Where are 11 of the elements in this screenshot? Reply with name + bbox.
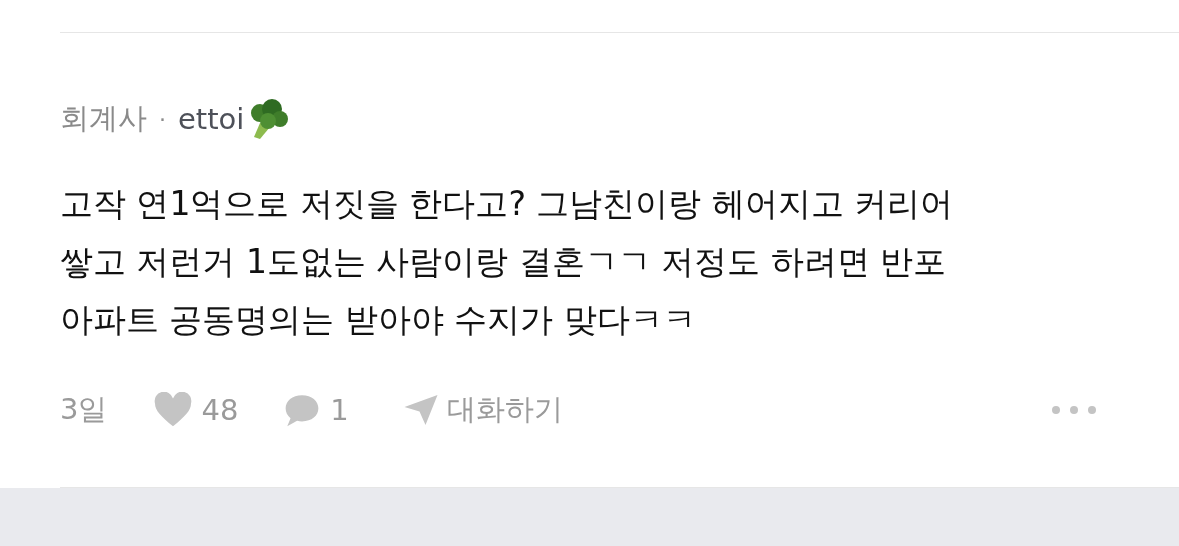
reply-count: 1 xyxy=(330,393,349,427)
comment-text-line: 고작 연1억으로 저짓을 한다고? 그남친이랑 헤어지고 커리어 xyxy=(60,183,955,225)
author-job: 회계사 xyxy=(60,100,147,137)
like-count: 48 xyxy=(201,393,239,427)
comment-text-line: 쌓고 저런거 1도없는 사람이랑 결혼ㄱㄱ 저정도 하려면 반포 xyxy=(60,241,948,283)
post-time: 3일 xyxy=(60,391,108,428)
heart-icon[interactable] xyxy=(153,392,194,428)
more-icon[interactable] xyxy=(1051,404,1097,416)
author-nickname[interactable]: ettoi xyxy=(178,102,245,136)
comment-text-line: 아파트 공동명의는 받아야 수지가 맞다ㅋㅋ xyxy=(60,299,697,341)
separator-dot: · xyxy=(159,106,166,132)
